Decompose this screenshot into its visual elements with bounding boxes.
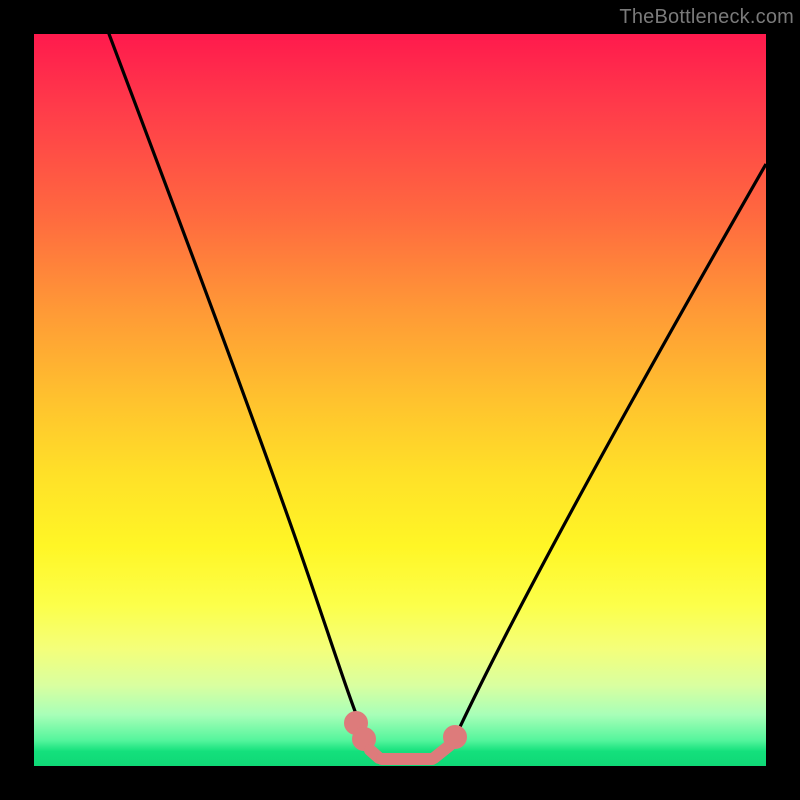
- plot-area: [34, 34, 766, 766]
- curve-path: [94, 34, 766, 760]
- watermark-text: TheBottleneck.com: [619, 6, 794, 29]
- trough-highlight: [350, 717, 461, 759]
- outer-frame: TheBottleneck.com: [0, 0, 800, 800]
- bottleneck-curve: [34, 34, 766, 766]
